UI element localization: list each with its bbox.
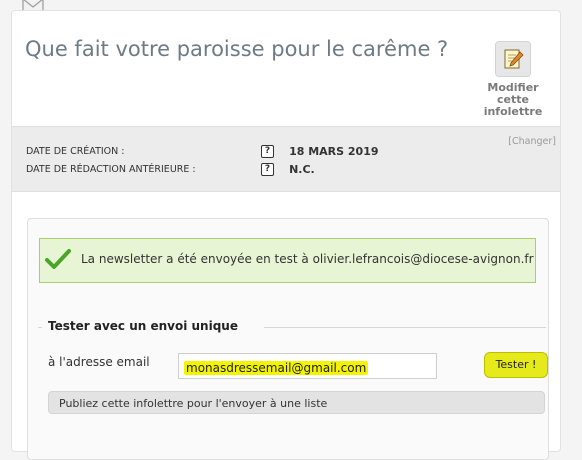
creation-date-row: DATE DE CRÉATION : ? 18 MARS 2019 — [26, 145, 379, 158]
tester-button[interactable]: Tester ! — [484, 352, 548, 378]
previous-date-row: DATE DE RÉDACTION ANTÉRIEURE : ? N.C. — [26, 163, 315, 176]
success-notice-text: La newsletter a été envoyée en test à ol… — [81, 252, 534, 266]
page-title: Que fait votre paroisse pour le carême ? — [25, 37, 449, 61]
previous-date-label: DATE DE RÉDACTION ANTÉRIEURE : — [26, 164, 196, 175]
notepad-pencil-icon — [495, 41, 531, 77]
metadata-panel: [Changer] DATE DE CRÉATION : ? 18 MARS 2… — [12, 126, 560, 192]
publish-to-list-button[interactable]: Publiez cette infolettre pour l'envoyer … — [48, 391, 545, 414]
section-title: Tester avec un envoi unique — [48, 319, 238, 333]
success-notice: La newsletter a été envoyée en test à ol… — [39, 238, 536, 283]
change-date-link[interactable]: [Changer] — [508, 136, 556, 147]
checkmark-icon — [45, 249, 71, 269]
creation-date-value: 18 MARS 2019 — [289, 145, 379, 158]
email-input-value: monasdressemail@gmail.com — [184, 361, 369, 375]
edit-button-label-3: infolettre — [483, 105, 543, 118]
help-icon[interactable]: ? — [261, 163, 275, 176]
newsletter-card: Que fait votre paroisse pour le carême ?… — [11, 10, 561, 460]
test-send-panel: La newsletter a été envoyée en test à ol… — [27, 218, 549, 460]
previous-date-value: N.C. — [289, 163, 315, 176]
email-input[interactable]: monasdressemail@gmail.com — [178, 353, 437, 379]
edit-newsletter-button[interactable]: Modifier cette infolettre — [478, 41, 548, 118]
email-label: à l'adresse email — [48, 355, 150, 369]
help-icon[interactable]: ? — [261, 145, 275, 158]
creation-date-label: DATE DE CRÉATION : — [26, 146, 125, 157]
